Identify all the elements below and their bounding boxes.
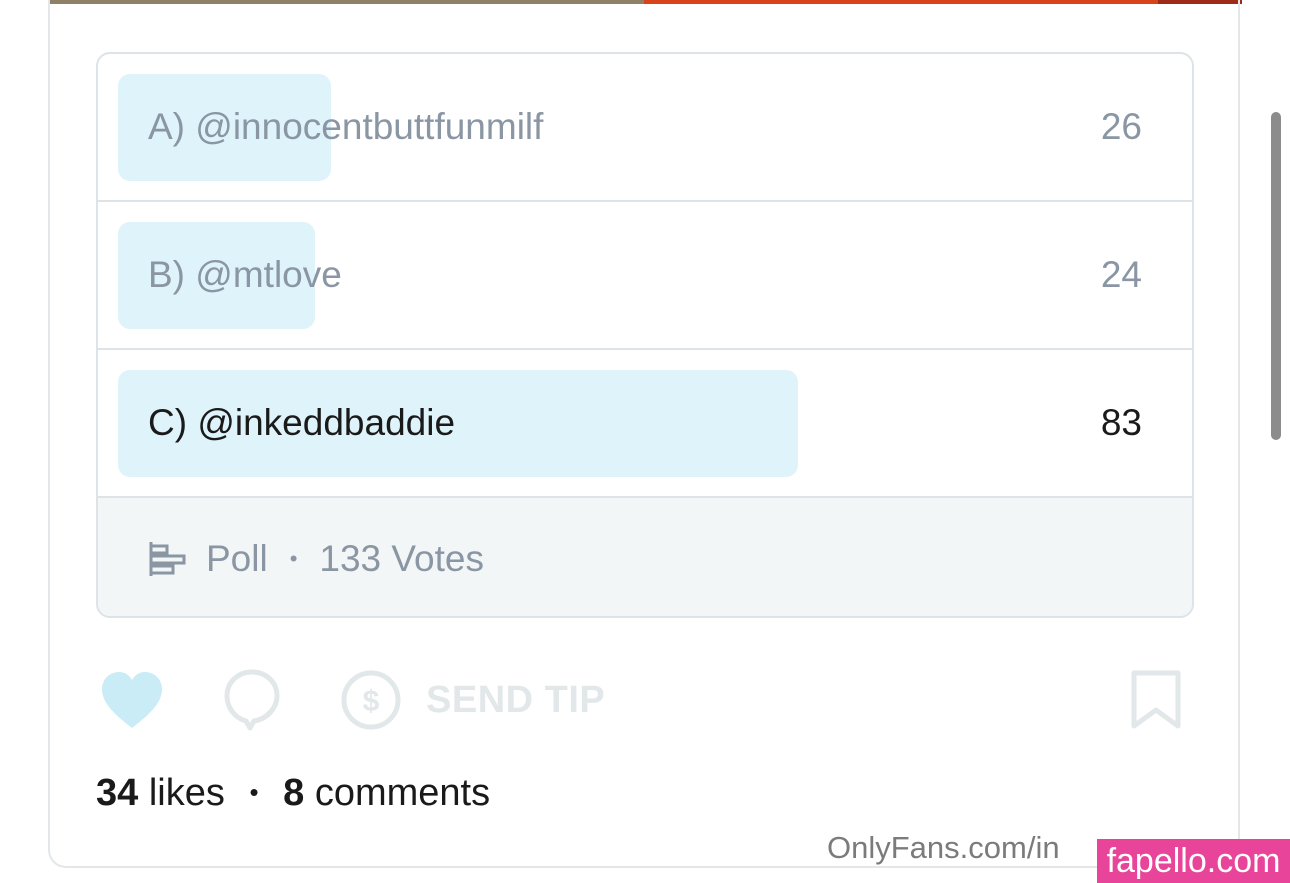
poll-option-a[interactable]: A) @innocentbuttfunmilf 26 [98,54,1192,202]
watermark-url: OnlyFans.com/in [827,830,1060,865]
bookmark-icon [1131,670,1181,729]
poll-option-b[interactable]: B) @mtlove 24 [98,202,1192,350]
watermark-badge: fapello.com [1097,839,1290,883]
comments-count[interactable]: 8 [283,772,304,814]
scrollbar-thumb[interactable] [1271,112,1281,440]
comments-label[interactable]: comments [315,772,490,814]
poll-widget: A) @innocentbuttfunmilf 26 B) @mtlove 24… [96,52,1194,618]
comment-icon [224,669,280,731]
dollar-coin-icon: $ [341,670,401,730]
poll-option-votes: 83 [1100,402,1142,443]
poll-vote-total: 133 Votes [319,538,484,579]
poll-option-label: B) @mtlove [148,254,342,295]
poll-option-c[interactable]: C) @inkeddbaddie 83 [98,350,1192,498]
poll-option-label: C) @inkeddbaddie [148,402,456,443]
send-tip-button[interactable]: $ SEND TIP [340,660,605,740]
poll-option-votes: 26 [1100,106,1142,147]
likes-label: likes [148,772,225,814]
poll-footer-separator: • [289,546,298,571]
comment-button[interactable] [222,660,282,740]
heart-icon [102,672,162,728]
bookmark-button[interactable] [1130,660,1182,740]
post-screenshot: A) @innocentbuttfunmilf 26 B) @mtlove 24… [0,0,1290,883]
poll-icon [149,542,186,576]
send-tip-label: SEND TIP [426,678,606,721]
poll-option-label: A) @innocentbuttfunmilf [148,106,544,147]
post-actions: $ SEND TIP [96,660,1194,740]
poll-footer: Poll • 133 Votes [98,498,1192,616]
poll-type-label: Poll [206,538,268,579]
svg-text:$: $ [363,685,380,718]
post-stats: 34 likes • 8 comments [96,764,490,820]
like-button[interactable] [100,660,164,740]
likes-count: 34 [96,772,139,814]
stats-separator: • [249,777,259,807]
poll-option-votes: 24 [1100,254,1142,295]
